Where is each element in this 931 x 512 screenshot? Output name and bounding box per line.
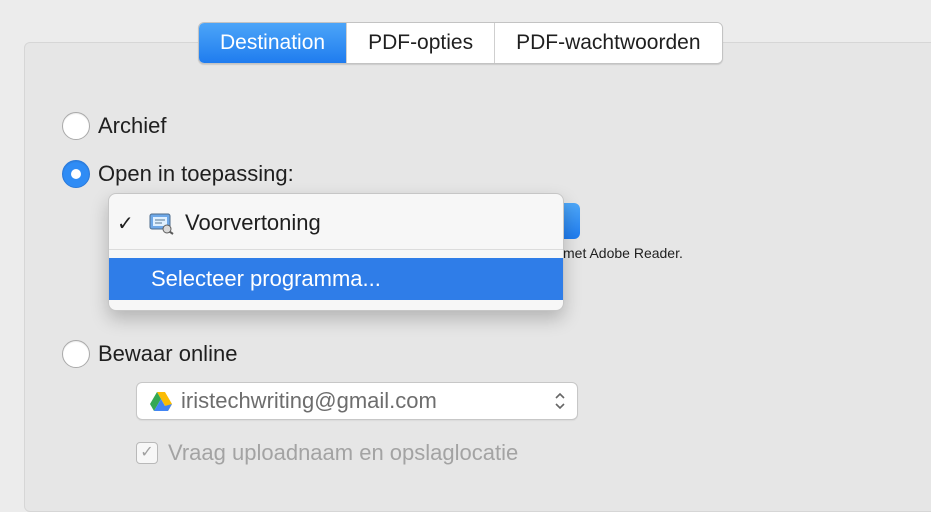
preview-app-icon — [147, 211, 175, 235]
radio-selected-dot — [71, 169, 81, 179]
ask-upload-location-checkbox[interactable]: ✓ — [136, 442, 158, 464]
up-down-stepper-icon[interactable] — [553, 389, 567, 413]
select-program-label: Selecteer programma... — [151, 266, 381, 291]
archive-option[interactable]: Archief — [62, 112, 166, 140]
tab-destination[interactable]: Destination — [199, 23, 348, 63]
archive-radio[interactable] — [62, 112, 90, 140]
tab-pdf-options[interactable]: PDF-opties — [347, 23, 496, 63]
menu-item-voorvertoning[interactable]: ✓ Voorvertoning — [109, 202, 563, 244]
account-select[interactable]: iristechwriting@gmail.com — [136, 382, 578, 420]
save-online-option[interactable]: Bewaar online — [62, 340, 237, 368]
save-online-radio[interactable] — [62, 340, 90, 368]
archive-label: Archief — [98, 113, 167, 138]
ask-upload-location-label: Vraag uploadnaam en opslaglocatie — [168, 440, 519, 465]
tab-bar: Destination PDF-opties PDF-wachtwoorden — [198, 22, 723, 64]
menu-item-select-program[interactable]: Selecteer programma... — [109, 258, 563, 300]
checkmark-icon: ✓ — [117, 212, 134, 235]
application-hint-text: met Adobe Reader. — [563, 245, 683, 261]
ask-upload-location-option[interactable]: ✓ Vraag uploadnaam en opslaglocatie — [136, 440, 518, 466]
save-online-label: Bewaar online — [98, 341, 238, 366]
voorvertoning-label: Voorvertoning — [185, 210, 321, 235]
open-in-application-label: Open in toepassing: — [98, 161, 294, 186]
menu-separator — [109, 249, 563, 250]
open-in-application-option[interactable]: Open in toepassing: — [62, 160, 294, 188]
tab-pdf-passwords[interactable]: PDF-wachtwoorden — [495, 23, 722, 63]
application-dropdown-menu: ✓ Voorvertoning Selecteer programma... — [108, 193, 564, 311]
google-drive-icon — [149, 391, 173, 413]
account-email: iristechwriting@gmail.com — [181, 388, 437, 413]
open-in-application-radio[interactable] — [62, 160, 90, 188]
